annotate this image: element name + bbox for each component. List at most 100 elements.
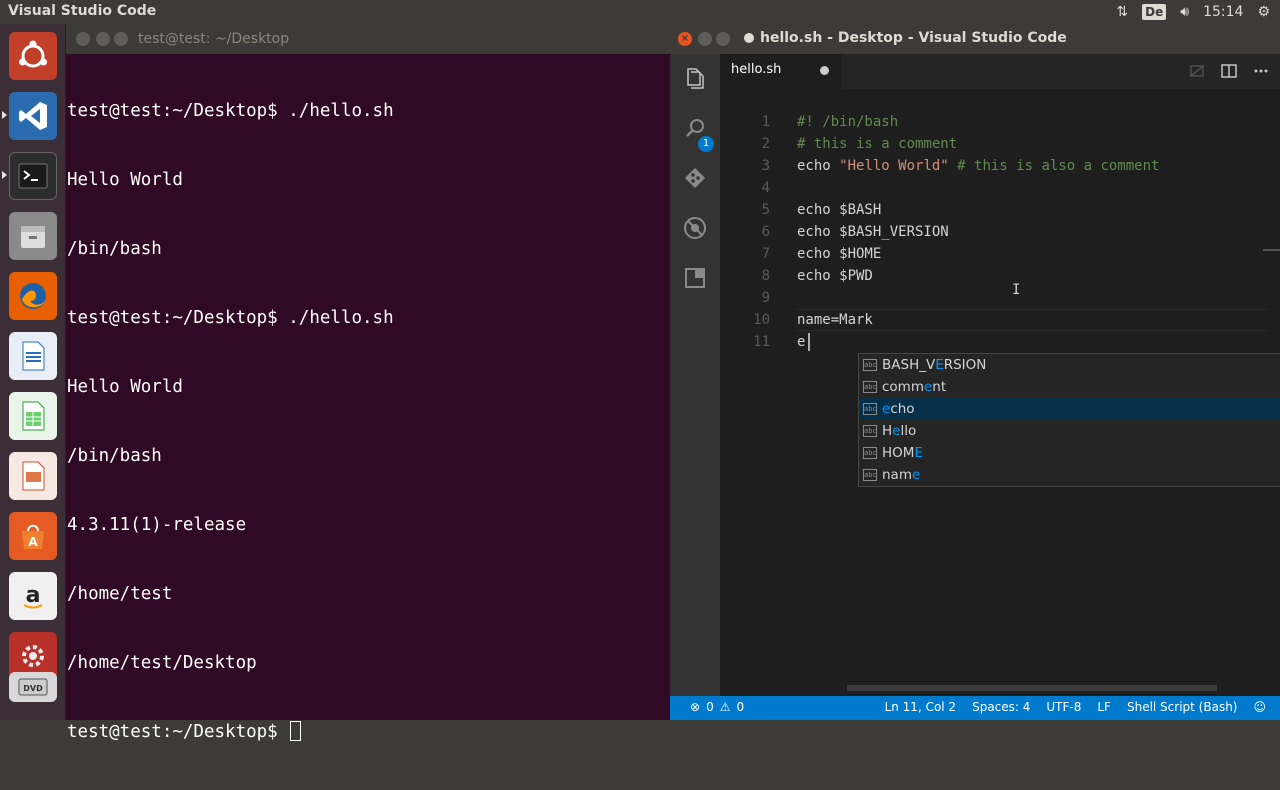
terminal-line: Hello World	[67, 170, 183, 190]
error-icon: ⊗	[690, 700, 701, 714]
vertical-scrollbar[interactable]	[1263, 249, 1280, 251]
suggestion-item[interactable]: abc HOME	[859, 442, 1280, 464]
suggestion-label: name	[882, 467, 921, 483]
terminal-titlebar[interactable]: test@test: ~/Desktop	[66, 24, 670, 54]
writer-icon[interactable]	[9, 332, 57, 380]
suggestion-item[interactable]: abc comment	[859, 376, 1280, 398]
terminal-prompt-line[interactable]: test@test:~/Desktop$	[67, 721, 667, 744]
code-line[interactable]: #! /bin/bash	[797, 111, 898, 133]
svg-text:a: a	[26, 583, 41, 608]
line-number: 6	[761, 224, 770, 240]
extensions-icon[interactable]	[683, 266, 707, 290]
indicator-area: ⇅ De 🔊︎ 15:14 ⚙	[1116, 0, 1270, 24]
code-line[interactable]: echo $HOME	[797, 243, 881, 265]
terminal-line: Hello World	[67, 377, 183, 397]
files-explorer-icon[interactable]	[683, 66, 707, 90]
line-number: 3	[761, 158, 770, 174]
tab-actions	[1188, 62, 1270, 80]
warning-count: 0	[736, 700, 745, 714]
terminal-output[interactable]: test@test:~/Desktop$ ./hello.sh Hello Wo…	[67, 54, 667, 790]
terminal-window[interactable]: test@test: ~/Desktop test@test:~/Desktop…	[66, 24, 670, 742]
maximize-button[interactable]	[716, 32, 730, 46]
tab-label: hello.sh	[731, 62, 782, 77]
suggestion-label: comment	[882, 379, 947, 395]
status-right: Ln 11, Col 2 Spaces: 4 UTF-8 LF Shell Sc…	[885, 700, 1266, 714]
source-control-icon[interactable]	[683, 166, 707, 190]
launcher: A a DVD	[0, 24, 66, 720]
code-line[interactable]: echo $BASH_VERSION	[797, 221, 949, 243]
suggestion-item[interactable]: abc BASH_VERSION	[859, 354, 1280, 376]
warning-icon: ⚠	[719, 700, 731, 714]
top-panel: Visual Studio Code ⇅ De 🔊︎ 15:14 ⚙	[0, 0, 1280, 24]
terminal-line: test@test:~/Desktop$ ./hello.sh	[67, 308, 394, 328]
activity-bar: 1	[670, 54, 720, 696]
text-icon: abc	[863, 447, 877, 459]
status-bar: ⊗ 0 ⚠ 0 Ln 11, Col 2 Spaces: 4 UTF-8 LF …	[670, 696, 1280, 720]
amazon-icon[interactable]: a	[9, 572, 57, 620]
code-line[interactable]: echo $BASH	[797, 199, 881, 221]
text-icon: abc	[863, 425, 877, 437]
vscode-titlebar[interactable]: × hello.sh - Desktop - Visual Studio Cod…	[670, 24, 1280, 54]
encoding[interactable]: UTF-8	[1046, 700, 1081, 714]
code-line[interactable]: # this is a comment	[797, 133, 957, 155]
unsaved-dot-icon[interactable]	[820, 66, 829, 75]
code-line[interactable]: name=Mark	[797, 309, 873, 331]
line-number: 2	[761, 136, 770, 152]
clock[interactable]: 15:14	[1203, 4, 1243, 20]
open-changes-icon[interactable]	[1188, 62, 1206, 80]
maximize-button[interactable]	[114, 32, 128, 46]
split-editor-icon[interactable]	[1220, 62, 1238, 80]
text-icon: abc	[863, 469, 877, 481]
error-count: 0	[706, 700, 714, 714]
minimize-button[interactable]	[96, 32, 110, 46]
vscode-launcher-icon[interactable]	[9, 92, 57, 140]
suggestion-item-selected[interactable]: abc echo	[859, 398, 1280, 420]
line-number: 10	[753, 312, 770, 328]
terminal-launcher-icon[interactable]	[9, 152, 57, 200]
indentation[interactable]: Spaces: 4	[972, 700, 1030, 714]
line-number: 4	[761, 180, 770, 196]
tab-hello-sh[interactable]: hello.sh	[720, 54, 842, 89]
cursor-position[interactable]: Ln 11, Col 2	[885, 700, 957, 714]
minimize-button[interactable]	[698, 32, 712, 46]
svg-text:DVD: DVD	[23, 684, 43, 693]
problems-indicator[interactable]: ⊗ 0 ⚠ 0	[690, 700, 744, 714]
network-icon[interactable]: ⇅	[1116, 4, 1128, 20]
horizontal-scrollbar[interactable]	[847, 685, 1217, 691]
keyboard-layout-indicator[interactable]: De	[1142, 4, 1167, 20]
feedback-icon[interactable]: ☺	[1253, 700, 1266, 714]
terminal-title: test@test: ~/Desktop	[138, 31, 290, 47]
vscode-window[interactable]: × hello.sh - Desktop - Visual Studio Cod…	[670, 24, 1280, 720]
files-icon[interactable]	[9, 212, 57, 260]
firefox-icon[interactable]	[9, 272, 57, 320]
ubuntu-dash-icon[interactable]	[9, 32, 57, 80]
terminal-prompt: test@test:~/Desktop$	[67, 722, 289, 742]
suggestion-label: HOME	[882, 445, 923, 461]
close-button[interactable]	[76, 32, 90, 46]
software-center-icon[interactable]: A	[9, 512, 57, 560]
line-number: 1	[761, 114, 770, 130]
debug-icon[interactable]	[683, 216, 707, 240]
volume-icon[interactable]: 🔊︎	[1180, 4, 1189, 20]
suggestion-item[interactable]: abc name	[859, 464, 1280, 486]
impress-icon[interactable]	[9, 452, 57, 500]
suggestion-item[interactable]: abc Hello	[859, 420, 1280, 442]
terminal-line: /home/test/Desktop	[67, 653, 257, 673]
dvd-icon[interactable]: DVD	[9, 672, 57, 702]
code-editor[interactable]: 1 #! /bin/bash 2 # this is a comment 3 e…	[720, 89, 1280, 696]
gear-icon[interactable]: ⚙	[1257, 4, 1270, 20]
language-mode[interactable]: Shell Script (Bash)	[1127, 700, 1238, 714]
more-actions-icon[interactable]	[1252, 62, 1270, 80]
line-number: 7	[761, 246, 770, 262]
terminal-line: /bin/bash	[67, 239, 162, 259]
line-ending[interactable]: LF	[1097, 700, 1111, 714]
code-line[interactable]: echo "Hello World" # this is also a comm…	[797, 155, 1159, 177]
text-cursor	[808, 333, 810, 351]
code-line[interactable]: e	[797, 331, 805, 353]
text-icon: abc	[863, 403, 877, 415]
code-line[interactable]: echo $PWD	[797, 265, 873, 287]
calc-icon[interactable]	[9, 392, 57, 440]
running-indicator	[2, 111, 7, 119]
search-icon[interactable]	[683, 116, 707, 140]
close-button[interactable]: ×	[678, 32, 692, 46]
